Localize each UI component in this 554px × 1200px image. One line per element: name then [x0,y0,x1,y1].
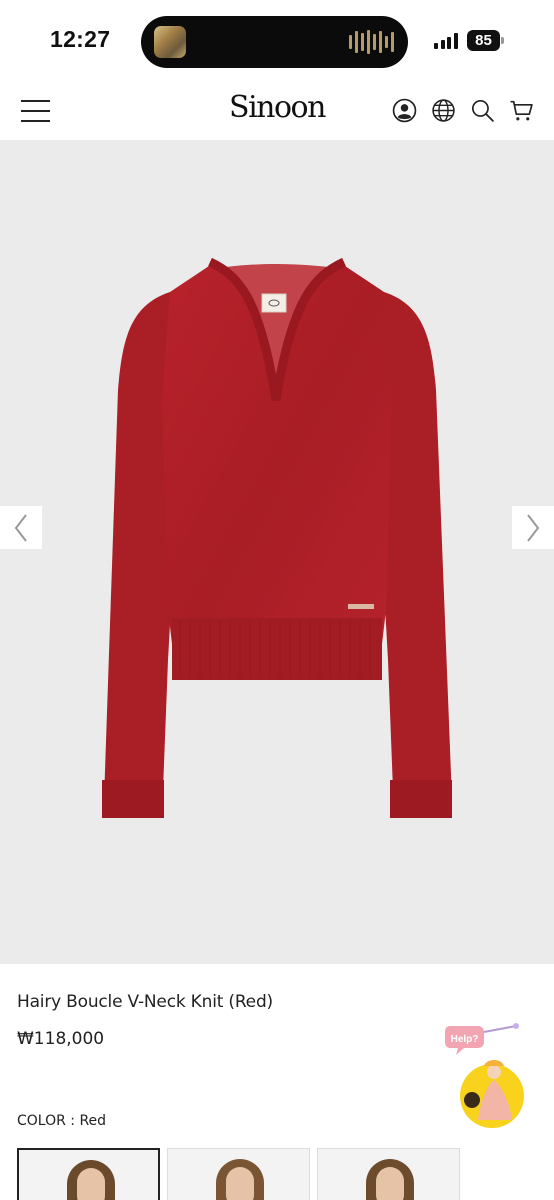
product-title: Hairy Boucle V-Neck Knit (Red) [17,992,273,1012]
dynamic-island [141,16,408,68]
color-option-2[interactable] [167,1148,310,1200]
model-face [376,1167,404,1200]
help-bubble-text: Help? [451,1034,479,1045]
cart-icon[interactable] [509,98,534,123]
color-option-3[interactable] [317,1148,460,1200]
chevron-right-icon [527,513,540,542]
color-swatches [17,1148,460,1200]
color-option-red[interactable] [17,1148,160,1200]
product-gallery[interactable] [0,140,554,964]
globe-icon[interactable] [431,98,456,123]
now-playing-artwork [154,26,186,58]
gallery-next-button[interactable] [512,506,554,549]
product-price: ₩118,000 [17,1029,105,1049]
battery-tip [501,37,504,44]
gallery-prev-button[interactable] [0,506,42,549]
site-header: Sinoon [0,84,554,140]
chevron-left-icon [14,513,27,542]
status-time: 12:27 [50,26,111,52]
model-face [226,1167,254,1200]
status-bar: 12:27 85 [0,0,554,84]
audio-waveform-icon [349,30,394,54]
help-chat-button[interactable]: Help? [444,1022,532,1130]
header-actions [392,98,534,123]
color-label: COLOR : Red [17,1113,107,1129]
battery-indicator: 85 [467,30,500,51]
model-face [77,1168,105,1200]
search-icon[interactable] [470,98,495,123]
product-image [102,257,452,818]
account-icon[interactable] [392,98,417,123]
cellular-signal-icon [434,33,458,49]
